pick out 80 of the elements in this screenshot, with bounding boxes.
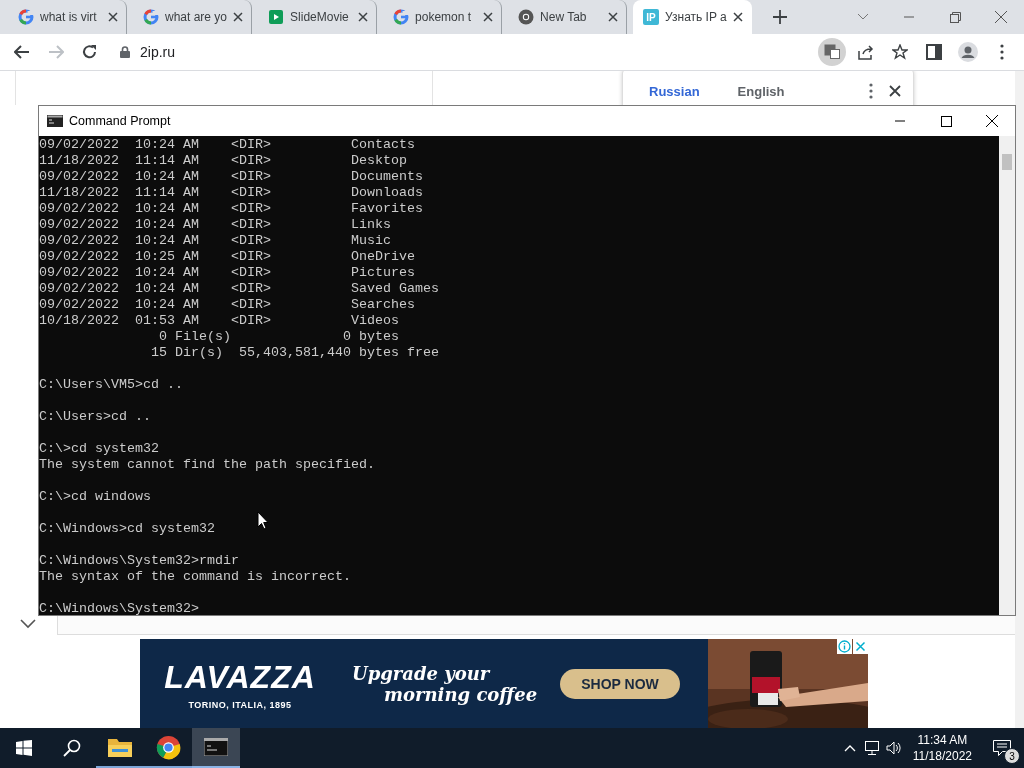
browser-tab[interactable]: IP Узнать IP а <box>633 0 753 34</box>
console-line: 09/02/2022 10:24 AM <DIR> Links <box>39 217 392 233</box>
restore-icon[interactable] <box>949 11 961 23</box>
console-line: 11/18/2022 11:14 AM <DIR> Downloads <box>39 185 424 201</box>
back-icon[interactable] <box>14 44 30 60</box>
console-line: 11/18/2022 11:14 AM <DIR> Desktop <box>39 153 408 169</box>
pointer-icon <box>257 511 269 530</box>
site-logo-icon: IP <box>643 9 660 25</box>
console-icon <box>47 115 63 127</box>
console-line: 15 Dir(s) 55,403,581,440 bytes free <box>149 345 440 361</box>
brand-logo: LAVAZZA <box>164 658 316 696</box>
console-line: 09/02/2022 10:24 AM <DIR> Contacts <box>39 137 416 153</box>
console-line: The system cannot find the path specified. <box>39 457 376 473</box>
side-panel-icon[interactable] <box>926 44 942 60</box>
console-line: 09/02/2022 10:24 AM <DIR> Searches <box>39 297 416 313</box>
console-line: C:\>cd system32 <box>39 441 160 457</box>
chevron-down-icon[interactable] <box>857 13 869 21</box>
reload-icon[interactable] <box>82 44 98 60</box>
tagline: TORINO, ITALIA, 1895 <box>188 699 292 710</box>
chevron-up-icon[interactable] <box>843 744 856 752</box>
volume-icon[interactable] <box>885 741 902 755</box>
console-line: 09/02/2022 10:25 AM <DIR> OneDrive <box>39 249 416 265</box>
close-icon[interactable] <box>233 12 244 22</box>
language-tab[interactable]: English <box>727 80 795 102</box>
console-line: 09/02/2022 10:24 AM <DIR> Favorites <box>39 201 424 217</box>
window-title: Command Prompt <box>69 114 171 128</box>
close-icon[interactable] <box>108 12 118 22</box>
more-icon[interactable] <box>869 83 873 99</box>
close-icon[interactable] <box>608 12 619 22</box>
shop-now-button[interactable]: SHOP NOW <box>560 669 680 699</box>
ad-banner[interactable]: LAVAZZA TORINO, ITALIA, 1895 Upgrade your morning coffee SHOP NOW <box>140 639 868 728</box>
folder-icon[interactable] <box>108 737 132 757</box>
console-icon[interactable] <box>204 738 228 756</box>
console-line: C:\Users>cd .. <box>39 409 152 425</box>
console-line: 09/02/2022 10:24 AM <DIR> Music <box>39 233 392 249</box>
close-icon[interactable] <box>889 83 901 99</box>
chevron-down-icon[interactable] <box>20 617 36 631</box>
console-line: 09/02/2022 10:24 AM <DIR> Documents <box>39 169 424 185</box>
console-line: C:\>cd windows <box>39 489 152 505</box>
google-icon <box>143 9 159 25</box>
notification-icon[interactable] <box>993 740 1011 756</box>
menu-icon[interactable] <box>1000 44 1004 60</box>
scrollbar[interactable] <box>999 136 1015 615</box>
close-icon[interactable] <box>358 12 369 22</box>
share-icon[interactable] <box>858 44 874 60</box>
console-line: C:\Windows\System32>rmdir <box>39 553 240 569</box>
ad-headline: morning coffee <box>383 684 539 705</box>
info-icon[interactable] <box>837 639 852 654</box>
lock-icon <box>120 46 130 58</box>
profile-icon[interactable] <box>958 42 978 62</box>
console-line: C:\Windows>cd system32 <box>39 521 216 537</box>
slides-icon <box>268 9 285 25</box>
close-icon[interactable] <box>483 12 494 22</box>
language-tab[interactable]: Russian <box>639 80 710 102</box>
star-icon[interactable] <box>892 44 908 60</box>
google-icon <box>18 9 34 25</box>
ad-headline: Upgrade your <box>352 663 492 684</box>
console-line: The syntax of the command is incorrect. <box>39 569 352 585</box>
console-line: C:\Windows\System32> <box>39 601 200 615</box>
network-icon[interactable] <box>863 741 880 755</box>
scrollbar[interactable] <box>1015 71 1024 728</box>
maximize-icon[interactable] <box>940 115 952 127</box>
scrollbar-thumb[interactable] <box>1002 154 1012 170</box>
chrome-icon[interactable] <box>155 734 181 760</box>
console-line: 10/18/2022 01:53 AM <DIR> Videos <box>39 313 400 329</box>
console-line: 09/02/2022 10:24 AM <DIR> Saved Games <box>39 281 440 297</box>
search-icon[interactable] <box>63 739 81 757</box>
clock-time[interactable]: 11:34 AM <box>917 732 968 748</box>
google-icon <box>393 9 410 25</box>
close-icon[interactable] <box>733 12 744 22</box>
close-icon[interactable] <box>986 115 998 127</box>
console-line: 0 File(s) 0 bytes <box>157 329 400 345</box>
console-line: C:\Users\VM5>cd .. <box>39 377 184 393</box>
notification-badge: 3 <box>1004 748 1020 764</box>
windows-icon[interactable] <box>16 740 32 756</box>
address-text[interactable]: 2ip.ru <box>140 44 176 60</box>
translate-icon[interactable] <box>824 44 840 60</box>
chrome-icon <box>518 9 535 25</box>
console-line: 09/02/2022 10:24 AM <DIR> Pictures <box>39 265 416 281</box>
clock-date[interactable]: 11/18/2022 <box>912 748 972 764</box>
